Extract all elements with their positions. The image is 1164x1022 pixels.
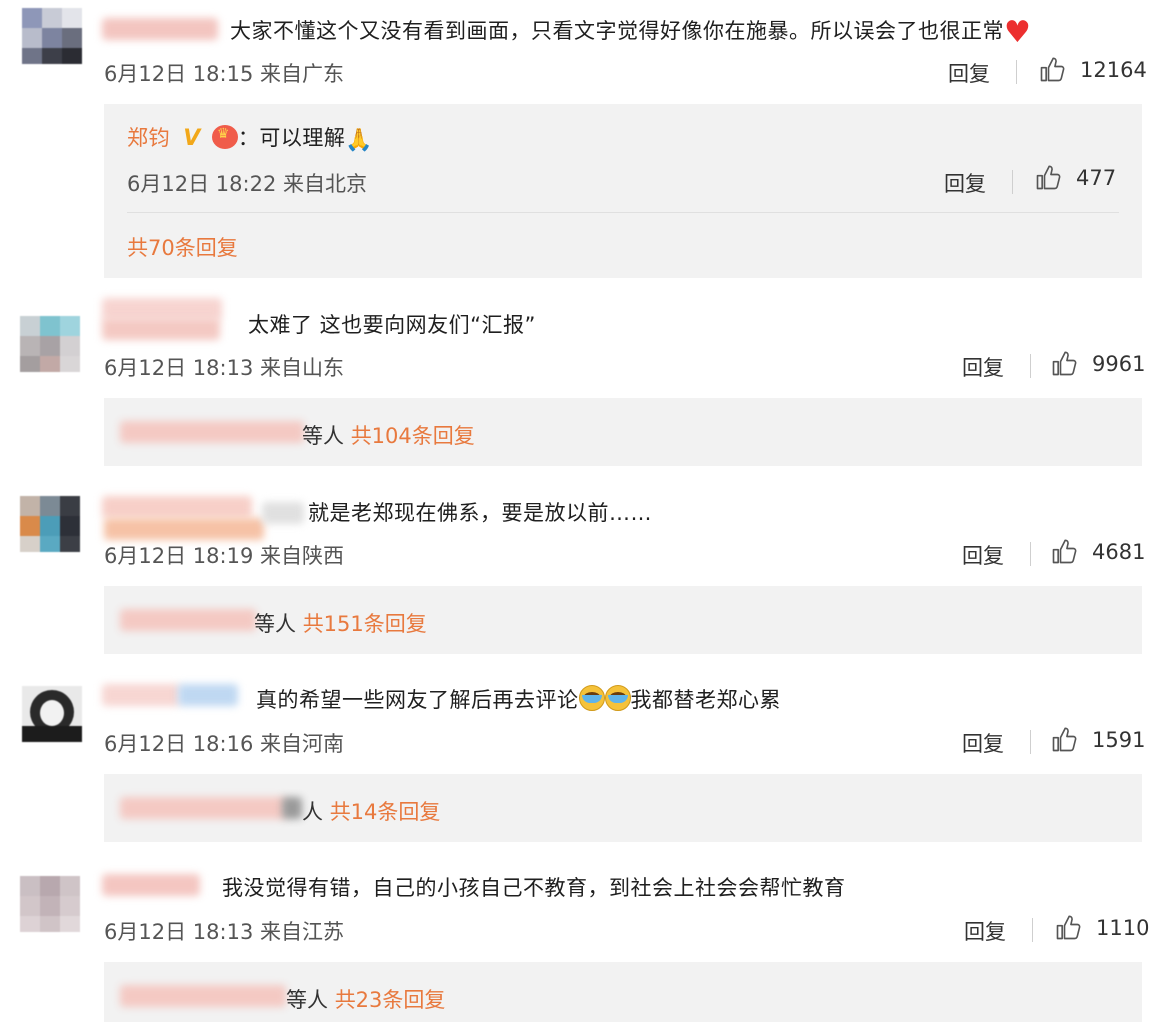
crying-laugh-emoji xyxy=(578,685,605,711)
avatar[interactable] xyxy=(22,686,82,742)
reply-summary[interactable]: 等人 共104条回复 xyxy=(302,420,475,450)
like-count: 1110 xyxy=(1096,916,1150,940)
repliers-redacted xyxy=(120,797,286,819)
heart-emoji: ♥ xyxy=(1004,15,1032,50)
divider xyxy=(1012,170,1013,194)
username-redacted[interactable] xyxy=(102,874,200,896)
reply-button[interactable]: 回复 xyxy=(962,540,1004,570)
sub-like-button[interactable]: 477 xyxy=(1034,164,1116,192)
like-button[interactable]: 1110 xyxy=(1054,914,1149,942)
username-redacted[interactable] xyxy=(102,18,218,40)
sub-reply-author[interactable]: 郑钧 xyxy=(127,126,170,150)
reply-summary[interactable]: 人 共14条回复 xyxy=(302,796,440,826)
reply-button[interactable]: 回复 xyxy=(962,728,1004,758)
like-count: 4681 xyxy=(1092,540,1146,564)
reply-button[interactable]: 回复 xyxy=(962,352,1004,382)
username-redacted xyxy=(102,318,220,340)
repliers-redacted xyxy=(120,985,286,1007)
reply-summary[interactable]: 等人 共23条回复 xyxy=(286,984,445,1014)
divider xyxy=(1030,730,1031,754)
like-button[interactable]: 12164 xyxy=(1038,56,1147,84)
comment-text: 我没觉得有错，自己的小孩自己不教育，到社会上社会会帮忙教育 xyxy=(222,876,846,900)
total-replies-link[interactable]: 共70条回复 xyxy=(127,232,238,262)
sub-reply: 郑钧 V ♛ ：可以理解🙏 xyxy=(127,125,374,153)
comment-text: 大家不懂这个又没有看到画面，只看文字觉得好像你在施暴。所以误会了也很正常♥ xyxy=(230,15,1032,50)
sub-reply-meta: 6月12日 18:22 来自北京 xyxy=(127,172,367,196)
like-button[interactable]: 1591 xyxy=(1050,726,1145,754)
repliers-redacted xyxy=(282,797,302,819)
comment-meta: 6月12日 18:15 来自广东 xyxy=(104,62,344,86)
like-button[interactable]: 4681 xyxy=(1050,538,1145,566)
like-count: 1591 xyxy=(1092,728,1146,752)
username-redacted xyxy=(178,684,238,706)
reply-button[interactable]: 回复 xyxy=(948,58,990,88)
username-redacted xyxy=(104,518,264,540)
username-redacted[interactable] xyxy=(102,298,222,320)
thumbs-up-icon xyxy=(1052,351,1077,376)
sub-reply-button[interactable]: 回复 xyxy=(944,168,986,198)
crying-laugh-emoji xyxy=(604,685,631,711)
comment-meta: 6月12日 18:19 来自陕西 xyxy=(104,544,344,568)
username-redacted[interactable] xyxy=(102,684,180,706)
avatar[interactable] xyxy=(20,876,80,932)
thumbs-up-icon xyxy=(1056,915,1081,940)
reply-summary[interactable]: 等人 共151条回复 xyxy=(254,608,427,638)
comment-text: 太难了 这也要向网友们“汇报” xyxy=(248,313,536,337)
divider xyxy=(1032,918,1033,942)
like-count: 9961 xyxy=(1092,352,1146,376)
thumbs-up-icon xyxy=(1052,539,1077,564)
verified-badge-icon: V xyxy=(183,126,201,151)
avatar[interactable] xyxy=(20,316,80,372)
member-crown-icon: ♛ xyxy=(211,125,238,149)
divider xyxy=(1030,354,1031,378)
pray-emoji: 🙏 xyxy=(345,128,374,153)
like-count: 477 xyxy=(1076,166,1117,190)
comment-meta: 6月12日 18:13 来自江苏 xyxy=(104,920,344,944)
like-button[interactable]: 9961 xyxy=(1050,350,1145,378)
comment-meta: 6月12日 18:16 来自河南 xyxy=(104,732,344,756)
divider xyxy=(1016,60,1017,84)
thumbs-up-icon xyxy=(1036,165,1061,190)
reply-button[interactable]: 回复 xyxy=(964,916,1006,946)
username-redacted xyxy=(262,502,304,524)
comment-meta: 6月12日 18:13 来自山东 xyxy=(104,356,344,380)
thumbs-up-icon xyxy=(1040,57,1065,82)
repliers-redacted xyxy=(120,609,256,631)
divider xyxy=(1030,542,1031,566)
username-redacted[interactable] xyxy=(102,496,252,518)
divider xyxy=(127,212,1119,213)
comment-text: 就是老郑现在佛系，要是放以前…… xyxy=(308,501,652,525)
comment-text: 真的希望一些网友了解后再去评论 我都替老郑心累 xyxy=(256,684,781,714)
repliers-redacted xyxy=(120,421,304,443)
like-count: 12164 xyxy=(1080,58,1147,82)
thumbs-up-icon xyxy=(1052,727,1077,752)
avatar[interactable] xyxy=(20,496,80,552)
avatar[interactable] xyxy=(22,8,82,64)
